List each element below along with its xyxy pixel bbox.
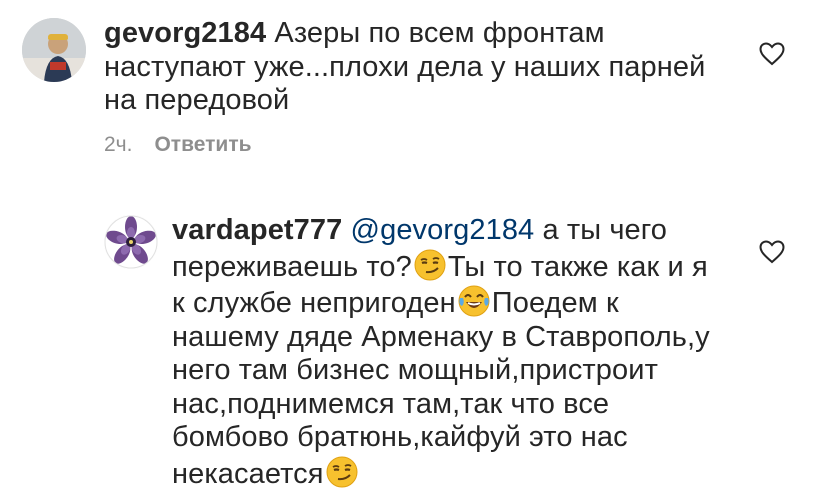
smirking-face-icon bbox=[414, 249, 446, 280]
comment-2-text: vardapet777 @gevorg2184 а ты чего пережи… bbox=[172, 214, 720, 489]
heart-outline-icon bbox=[759, 42, 785, 66]
like-button[interactable] bbox=[759, 42, 785, 66]
face-with-tears-of-joy-icon bbox=[458, 285, 490, 317]
forget-me-not-flower-avatar-icon bbox=[104, 215, 158, 269]
heart-outline-icon bbox=[759, 240, 785, 264]
comment-1-meta: 2ч. Ответить bbox=[104, 133, 252, 157]
comment-username[interactable]: vardapet777 bbox=[172, 214, 342, 246]
comment-timestamp[interactable]: 2ч. bbox=[104, 133, 132, 157]
comment-1-text: gevorg2184 Азеры по всем фронтам наступа… bbox=[104, 17, 744, 118]
avatar-gevorg2184[interactable] bbox=[22, 18, 86, 82]
person-photo-avatar-icon bbox=[22, 18, 86, 82]
avatar-vardapet777[interactable] bbox=[104, 215, 158, 269]
smirking-face-icon bbox=[326, 456, 358, 487]
reply-button[interactable]: Ответить bbox=[154, 133, 251, 157]
like-button[interactable] bbox=[759, 240, 785, 264]
mention-link[interactable]: @gevorg2184 bbox=[351, 214, 535, 246]
comment-username[interactable]: gevorg2184 bbox=[104, 17, 266, 49]
